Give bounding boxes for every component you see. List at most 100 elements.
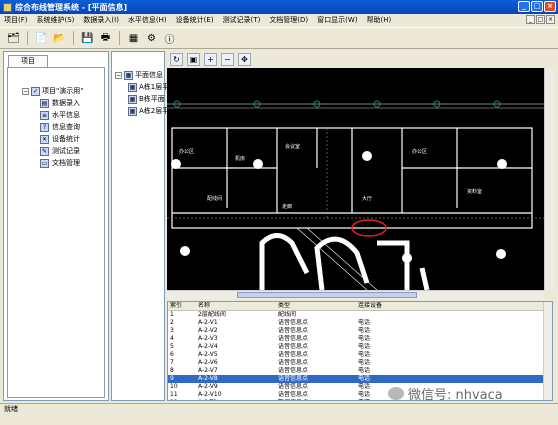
cell-index: 11 (170, 391, 178, 398)
print-icon[interactable]: 🖶 (98, 31, 113, 46)
cad-vertical-scrollbar[interactable] (544, 68, 553, 290)
floorplan-icon: ▦ (124, 70, 133, 80)
table-row[interactable]: 3 A-2-V2 语音信息点 电话 (168, 327, 552, 335)
cell-device: 电话 (358, 319, 371, 326)
query-icon: ? (40, 122, 49, 132)
tab-project[interactable]: 项目 (8, 55, 48, 67)
cell-name: A-2-V3 (198, 335, 218, 342)
project-icon[interactable]: 🗂 (6, 31, 21, 46)
folder-icon[interactable]: 📂 (52, 31, 67, 46)
tree-root[interactable]: − ✓ 项目"演示用" (22, 86, 83, 96)
window-title: 综合布线管理系统 - [平面信息] (15, 2, 128, 12)
tree-item-horizontal[interactable]: ≡ 水平信息 (40, 110, 80, 120)
floor-plan-svg: 办公区 机房 会议室 配线间 走廊 大厅 办公区 资料室 (167, 100, 544, 290)
col-device[interactable]: 连接设备 (356, 302, 426, 310)
collapse-icon[interactable]: − (22, 87, 29, 95)
tree-item-data-entry[interactable]: ▤ 数据录入 (40, 98, 80, 108)
tree-item-label: 水平信息 (52, 111, 80, 119)
mdi-restore-button[interactable]: □ (536, 15, 545, 24)
table-row[interactable]: 2 A-2-V1 语音信息点 电话 (168, 319, 552, 327)
info-icon[interactable]: ⓘ (162, 31, 177, 46)
minimize-button[interactable]: _ (518, 1, 530, 12)
save-icon[interactable]: 💾 (80, 31, 95, 46)
cad-drawing[interactable]: 办公区 机房 会议室 配线间 走廊 大厅 办公区 资料室 (167, 68, 544, 290)
cell-type: 语音信息点 (278, 367, 309, 374)
tree-item-label: 设备统计 (52, 135, 80, 143)
tree-item-label: 数据录入 (52, 99, 80, 107)
cell-type: 语音信息点 (278, 391, 309, 398)
cell-type: 语音信息点 (278, 327, 309, 334)
floorplan-item[interactable]: ▦ A栋1层平 (128, 82, 169, 92)
table-row[interactable]: 7 A-2-V6 语音信息点 电话 (168, 359, 552, 367)
zoom-in-icon[interactable]: + (204, 52, 217, 66)
status-text: 就绪 (4, 405, 18, 413)
cell-name: A-2-V5 (198, 351, 218, 358)
toolbar-separator (119, 31, 120, 45)
watermark: 微信号: nhvaca (388, 384, 503, 403)
menu-test[interactable]: 测试记录(T) (223, 15, 261, 25)
refresh-icon[interactable]: ↻ (170, 52, 183, 66)
floorplan-item[interactable]: ▦ B栋平面 (128, 94, 165, 104)
table-row[interactable]: 5 A-2-V4 语音信息点 电话 (168, 343, 552, 351)
tree-item-test[interactable]: ✎ 测试记录 (40, 146, 80, 156)
mdi-controls: _ □ × (526, 15, 555, 24)
toolbar-separator (27, 31, 28, 45)
zoom-out-icon[interactable]: − (221, 52, 234, 66)
toolbar-separator (73, 31, 74, 45)
menu-help[interactable]: 帮助(H) (367, 15, 392, 25)
collapse-icon[interactable]: − (115, 71, 122, 79)
open-icon[interactable]: 📄 (34, 31, 49, 46)
cell-name: A-2-T1 (196, 399, 276, 400)
close-button[interactable]: × (544, 1, 556, 12)
cell-device: 电话 (358, 343, 371, 350)
cell-index: 5 (170, 343, 174, 350)
mdi-close-button[interactable]: × (546, 15, 555, 24)
floorplan-item[interactable]: ▦ A栋2层平 (128, 106, 169, 116)
cad-horizontal-scrollbar[interactable] (167, 290, 544, 299)
menu-equipment[interactable]: 设备统计(E) (176, 15, 214, 25)
col-name[interactable]: 名称 (196, 302, 276, 310)
table-row[interactable]: 9 A-2-V8 语音信息点 电话 (168, 375, 552, 383)
tree-item-equipment[interactable]: ✕ 设备统计 (40, 134, 80, 144)
menu-documents[interactable]: 文档管理(D) (269, 15, 308, 25)
scrollbar-thumb[interactable] (237, 292, 417, 298)
cell-index: 12 (168, 399, 196, 400)
save-icon[interactable]: ▣ (187, 52, 200, 66)
col-type[interactable]: 类型 (276, 302, 356, 310)
cell-device: 电话 (358, 335, 371, 342)
menu-horizontal[interactable]: 水平信息(H) (128, 15, 167, 25)
cell-type: 语音信息点 (278, 319, 309, 326)
table-row[interactable]: 1 2层配线间 配线间 (168, 311, 552, 319)
documents-icon: ▭ (40, 158, 49, 168)
layout-icon[interactable]: ▦ (126, 31, 141, 46)
maximize-button[interactable]: □ (531, 1, 543, 12)
cad-label: 办公区 (412, 148, 427, 155)
table-row[interactable]: 4 A-2-V3 语音信息点 电话 (168, 335, 552, 343)
floorplan-item-label: A栋2层平 (139, 107, 170, 115)
pan-icon[interactable]: ✥ (238, 52, 251, 66)
settings-icon[interactable]: ⚙ (144, 31, 159, 46)
cell-name: A-2-V7 (198, 367, 218, 374)
menu-window[interactable]: 窗口显示(W) (317, 15, 357, 25)
table-row[interactable]: 8 A-2-V7 语音信息点 电话 (168, 367, 552, 375)
menu-data-entry[interactable]: 数据录入(I) (83, 15, 119, 25)
floorplan-root[interactable]: − ▦ 平面信息 (115, 70, 163, 80)
menu-project[interactable]: 项目(F) (4, 15, 28, 25)
cell-name: A-2-V4 (198, 343, 218, 350)
cad-label: 走廊 (282, 203, 292, 210)
cell-device: 电话 (358, 375, 371, 382)
menu-system[interactable]: 系统维护(S) (37, 15, 75, 25)
table-row[interactable]: 6 A-2-V5 语音信息点 电话 (168, 351, 552, 359)
cell-type: 语音信息点 (278, 359, 309, 366)
tree-item-query[interactable]: ? 信息查询 (40, 122, 80, 132)
floorplan-item-label: B栋平面 (139, 95, 165, 103)
status-bar: 就绪 (0, 403, 558, 415)
cell-type: 语音信息点 (278, 383, 309, 390)
tree-item-documents[interactable]: ▭ 文档管理 (40, 158, 80, 168)
cell-name: A-2-V8 (198, 375, 218, 382)
col-index[interactable]: 索引 (168, 302, 196, 310)
mdi-minimize-button[interactable]: _ (526, 15, 535, 24)
floorplan-tree-pane: − ▦ 平面信息 ▦ A栋1层平 ▦ B栋平面 ▦ A栋2层平 (111, 51, 169, 401)
grid-vertical-scrollbar[interactable] (543, 302, 552, 400)
project-pane: 项目 − ✓ 项目"演示用" ▤ 数据录入 ≡ 水平信息 ? 信息查询 ✕ 设备… (3, 51, 109, 401)
